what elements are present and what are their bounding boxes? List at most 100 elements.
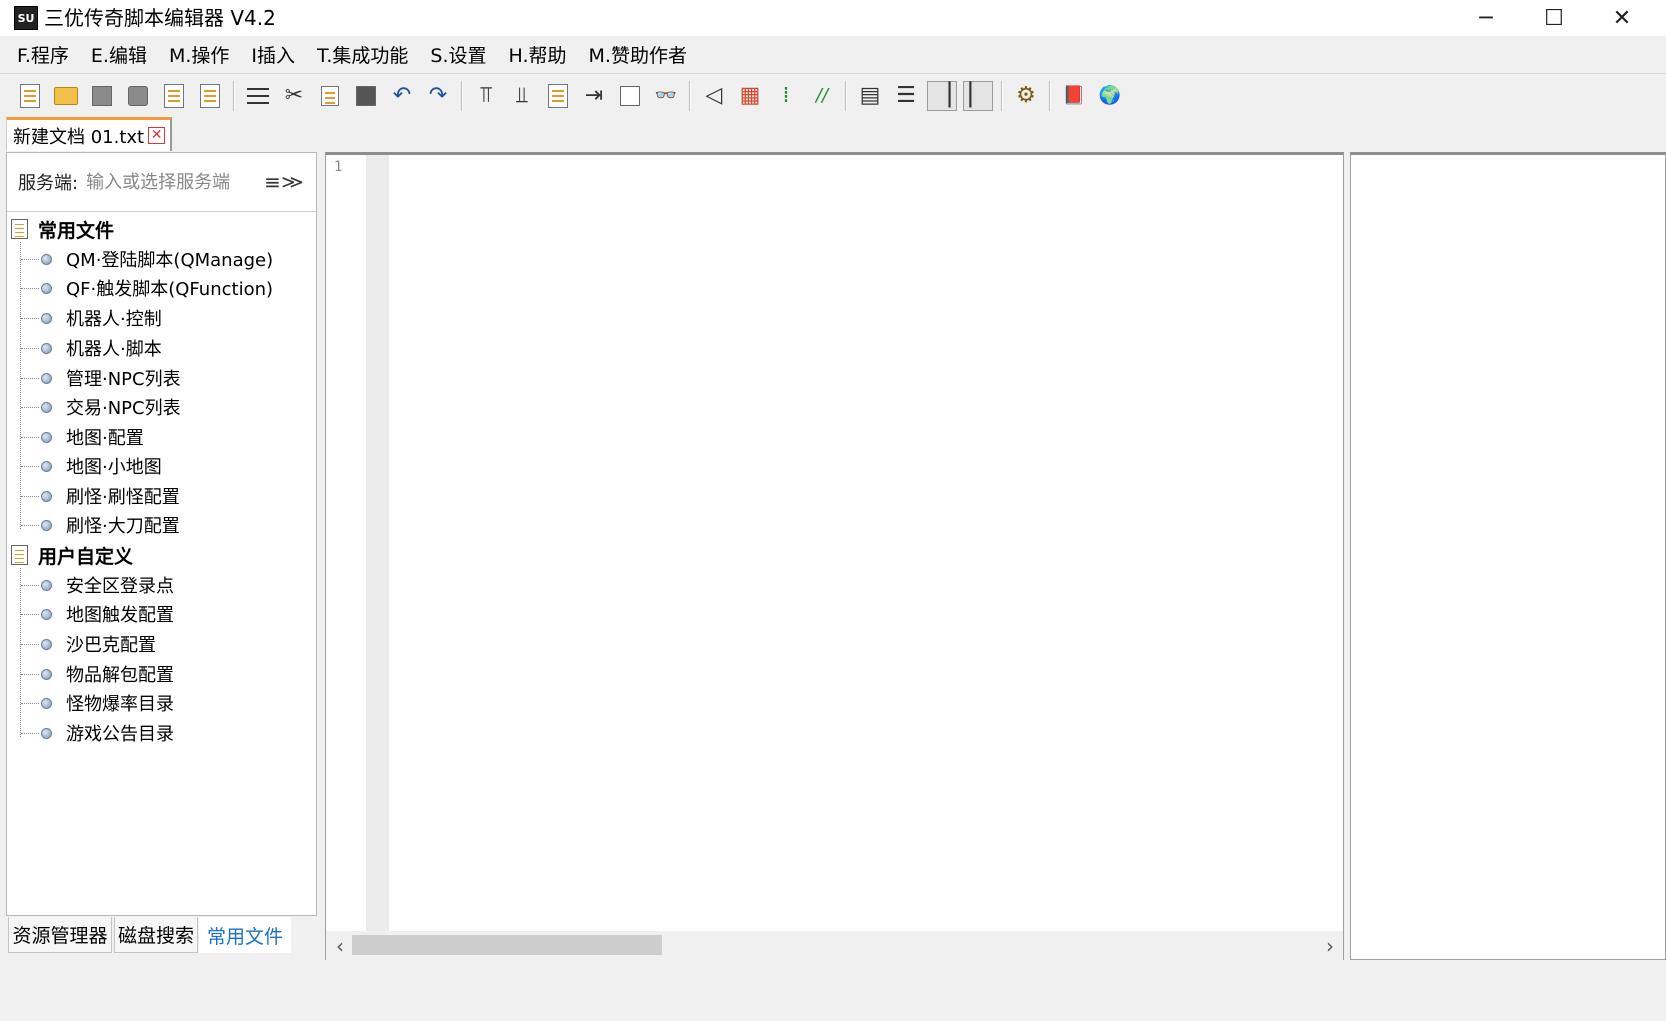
tree-item[interactable]: 怪物爆率目录 xyxy=(21,688,174,718)
menu-edit[interactable]: E.编辑 xyxy=(80,39,158,73)
menu-help[interactable]: H.帮助 xyxy=(498,39,578,73)
paste-button[interactable] xyxy=(351,81,381,111)
menu-program[interactable]: F.程序 xyxy=(6,39,80,73)
tree-item[interactable]: 管理·NPC列表 xyxy=(21,363,181,393)
scroll-thumb[interactable] xyxy=(352,935,662,955)
menu-integrated[interactable]: T.集成功能 xyxy=(306,39,419,73)
tree-item[interactable]: 游戏公告目录 xyxy=(21,718,174,748)
website-button[interactable]: 🌍 xyxy=(1095,81,1125,111)
toolbar-separator xyxy=(689,81,691,111)
cut-button[interactable]: ✂ xyxy=(279,81,309,111)
bullet-icon xyxy=(41,312,52,324)
tree-item[interactable]: 刷怪·刷怪配置 xyxy=(21,481,180,511)
toolbar-separator xyxy=(1001,81,1003,111)
server-input[interactable] xyxy=(84,170,261,194)
tree-item-label: 交易·NPC列表 xyxy=(66,398,181,419)
document-tab[interactable]: 新建文档 01.txt ✕ xyxy=(6,117,172,151)
tree-item-label: 地图·小地图 xyxy=(66,457,162,478)
document-tab-label: 新建文档 01.txt xyxy=(13,126,145,148)
globe-icon: 🌍 xyxy=(1098,85,1122,106)
tree-item[interactable]: 交易·NPC列表 xyxy=(21,392,181,422)
menu-lines-icon[interactable]: ≡ xyxy=(264,170,281,194)
tree-item[interactable]: 机器人·控制 xyxy=(21,303,162,333)
export-button[interactable] xyxy=(159,81,189,111)
copy-doc-button[interactable] xyxy=(195,81,225,111)
new-file-icon xyxy=(20,84,40,108)
menu-insert[interactable]: I插入 xyxy=(240,39,306,73)
tree-item[interactable]: 地图·小地图 xyxy=(21,451,162,481)
maximize-button[interactable]: ☐ xyxy=(1520,0,1588,36)
insert-file-icon xyxy=(548,84,568,108)
tree-group-label: 常用文件 xyxy=(38,219,115,242)
indent-button[interactable]: ⇥ xyxy=(579,81,609,111)
insert-file-button[interactable] xyxy=(543,81,573,111)
right-panel-toggle[interactable]: ▏ xyxy=(963,81,993,111)
redo-button[interactable]: ↷ xyxy=(423,81,453,111)
open-file-button[interactable] xyxy=(51,81,81,111)
code-editor[interactable]: 1 ‹ › xyxy=(325,152,1344,960)
paste-icon xyxy=(356,86,376,106)
tree-item[interactable]: 机器人·脚本 xyxy=(21,333,162,363)
scroll-left-icon[interactable]: ‹ xyxy=(330,931,350,960)
tree-item-label: 地图·配置 xyxy=(66,428,144,449)
left-panel-toggle[interactable]: ▕ xyxy=(927,81,957,111)
align-top-button[interactable]: ⫪ xyxy=(471,81,501,111)
toolbar-separator xyxy=(233,81,235,111)
settings-button[interactable]: ⚙ xyxy=(1011,81,1041,111)
copy-button[interactable] xyxy=(315,81,345,111)
uncomment-icon: // xyxy=(815,85,829,106)
scroll-right-icon[interactable]: › xyxy=(1320,931,1340,960)
color-grid-button[interactable]: ▦ xyxy=(735,81,765,111)
list-view-button[interactable]: ☰ xyxy=(891,81,921,111)
manual-button[interactable]: 📕 xyxy=(1059,81,1089,111)
right-panel xyxy=(1350,152,1666,960)
tree-item[interactable]: 刷怪·大刀配置 xyxy=(21,510,180,540)
tag-button[interactable]: ◁ xyxy=(699,81,729,111)
tab-explorer[interactable]: 资源管理器 xyxy=(8,917,112,953)
tree-item-label: 沙巴克配置 xyxy=(66,635,156,656)
minimize-button[interactable]: ─ xyxy=(1452,0,1520,36)
tab-common-files[interactable]: 常用文件 xyxy=(199,917,291,953)
tree-item-label: 机器人·脚本 xyxy=(66,339,162,360)
toolbar-separator xyxy=(1049,81,1051,111)
tree-group-custom[interactable]: 用户自定义 xyxy=(11,540,133,570)
preview-button[interactable] xyxy=(615,81,645,111)
tree-item[interactable]: 地图触发配置 xyxy=(21,599,174,629)
menu-operate[interactable]: M.操作 xyxy=(158,39,240,73)
close-tab-icon[interactable]: ✕ xyxy=(148,127,166,144)
tree-item-label: 游戏公告目录 xyxy=(66,724,174,745)
arrow-left-icon: ◁ xyxy=(705,83,723,108)
save-all-button[interactable] xyxy=(123,81,153,111)
redo-icon: ↷ xyxy=(428,83,448,108)
tree-item-label: 刷怪·大刀配置 xyxy=(66,516,180,537)
tree-item[interactable]: 物品解包配置 xyxy=(21,659,174,689)
menu-settings[interactable]: S.设置 xyxy=(419,39,497,73)
uncomment-button[interactable]: // xyxy=(807,81,837,111)
chevron-down-icon[interactable]: ≫ xyxy=(281,172,304,193)
tree-item[interactable]: QM·登陆脚本(QManage) xyxy=(21,244,273,274)
tree-item[interactable]: 沙巴克配置 xyxy=(21,629,156,659)
tree-item-label: 安全区登录点 xyxy=(66,576,174,597)
comment-button[interactable]: ⁞ xyxy=(771,81,801,111)
align-bottom-button[interactable]: ⫫ xyxy=(507,81,537,111)
format-button[interactable] xyxy=(243,81,273,111)
tree-item[interactable]: QF·触发脚本(QFunction) xyxy=(21,273,273,303)
tab-disk-search[interactable]: 磁盘搜索 xyxy=(114,917,198,953)
toolbar: ✂ ↶ ↷ ⫪ ⫫ ⇥ 👓 ◁ ▦ ⁞ // ▤ ☰ ▕ ▏ ⚙ 📕 🌍 xyxy=(0,75,1666,117)
tree-item[interactable]: 地图·配置 xyxy=(21,422,144,452)
new-file-button[interactable] xyxy=(15,81,45,111)
binoculars-icon: 👓 xyxy=(654,85,678,106)
tree-item[interactable]: 安全区登录点 xyxy=(21,570,174,600)
export-icon xyxy=(164,84,184,108)
undo-button[interactable]: ↶ xyxy=(387,81,417,111)
horizontal-scrollbar[interactable]: ‹ › xyxy=(326,931,1343,960)
bullet-icon xyxy=(41,460,52,472)
wrap-icon: ▤ xyxy=(859,83,881,108)
bullet-icon xyxy=(41,342,52,354)
tree-group-common[interactable]: 常用文件 xyxy=(11,214,114,244)
find-replace-button[interactable]: 👓 xyxy=(651,81,681,111)
word-wrap-button[interactable]: ▤ xyxy=(855,81,885,111)
save-button[interactable] xyxy=(87,81,117,111)
menu-sponsor[interactable]: M.赞助作者 xyxy=(578,39,698,73)
close-button[interactable]: ✕ xyxy=(1588,0,1656,36)
